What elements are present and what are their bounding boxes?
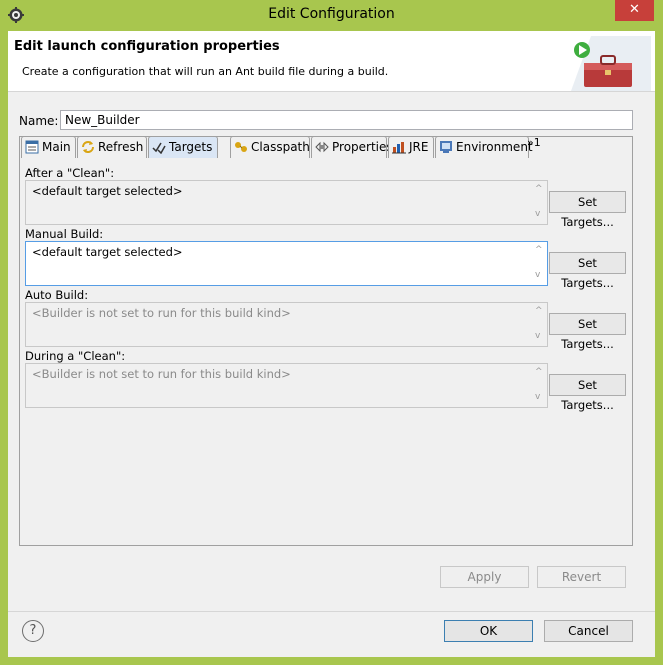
properties-icon: [315, 141, 329, 153]
manual-build-label: Manual Build:: [25, 227, 104, 241]
during-clean-targets-text: <Builder is not set to run for this buil…: [32, 367, 291, 381]
window-title: Edit Configuration: [268, 6, 395, 22]
tab-classpath[interactable]: Classpath: [230, 136, 310, 158]
targets-tab-content: After a "Clean": <default target selecte…: [20, 158, 632, 545]
set-targets-button-during-clean[interactable]: Set Targets...: [549, 374, 626, 412]
auto-build-targets-text: <Builder is not set to run for this buil…: [32, 306, 291, 320]
tab-properties[interactable]: Properties: [311, 136, 393, 158]
more-tabs-chevron[interactable]: »1: [527, 136, 541, 149]
scroll-up-icon[interactable]: ^: [535, 245, 543, 255]
targets-icon: [152, 142, 166, 154]
close-button[interactable]: ✕: [615, 0, 654, 21]
after-clean-targets-field[interactable]: <default target selected> ^ v: [25, 180, 548, 225]
after-clean-label: After a "Clean":: [25, 166, 115, 180]
during-clean-targets-field[interactable]: <Builder is not set to run for this buil…: [25, 363, 548, 408]
set-targets-button-manual-build[interactable]: Set Targets...: [549, 252, 626, 290]
dialog-client-area: Edit launch configuration properties Cre…: [8, 31, 655, 657]
apply-button[interactable]: Apply: [440, 566, 529, 588]
manual-build-targets-text: <default target selected>: [32, 245, 183, 259]
tab-targets[interactable]: Targets: [148, 136, 218, 159]
scrollbar[interactable]: ^ v: [531, 242, 547, 285]
header-banner: Edit launch configuration properties Cre…: [8, 31, 655, 92]
tab-refresh[interactable]: Refresh: [77, 136, 147, 158]
environment-icon: [440, 141, 452, 153]
revert-button[interactable]: Revert: [537, 566, 626, 588]
scroll-down-icon[interactable]: v: [535, 270, 540, 280]
refresh-icon: [82, 141, 94, 153]
scroll-up-icon[interactable]: ^: [535, 184, 543, 194]
tab-properties-label: Properties: [332, 140, 393, 154]
footer-separator: [8, 611, 655, 612]
after-clean-targets-text: <default target selected>: [32, 184, 183, 198]
scrollbar[interactable]: ^ v: [531, 303, 547, 346]
scroll-down-icon[interactable]: v: [535, 209, 540, 219]
title-bar[interactable]: Edit Configuration ✕: [0, 0, 663, 31]
scroll-up-icon[interactable]: ^: [535, 306, 543, 316]
tab-jre[interactable]: JRE: [388, 136, 434, 158]
tab-environment[interactable]: Environment: [435, 136, 533, 158]
set-targets-button-auto-build[interactable]: Set Targets...: [549, 313, 626, 351]
tab-environment-label: Environment: [456, 140, 533, 154]
cancel-button[interactable]: Cancel: [544, 620, 633, 642]
tab-jre-label: JRE: [409, 140, 429, 154]
auto-build-targets-field[interactable]: <Builder is not set to run for this buil…: [25, 302, 548, 347]
banner-description: Create a configuration that will run an …: [22, 65, 389, 78]
tab-targets-label: Targets: [169, 140, 213, 154]
jre-icon: [392, 142, 406, 154]
tab-refresh-label: Refresh: [98, 140, 144, 154]
set-targets-button-after-clean[interactable]: Set Targets...: [549, 191, 626, 229]
name-label-text: Name:: [19, 114, 59, 128]
during-clean-label: During a "Clean":: [25, 349, 126, 363]
scroll-up-icon[interactable]: ^: [535, 367, 543, 377]
name-label: Name:: [19, 114, 58, 128]
classpath-icon: [235, 142, 247, 152]
ok-button[interactable]: OK: [444, 620, 533, 642]
name-field[interactable]: New_Builder: [60, 110, 633, 130]
scrollbar[interactable]: ^ v: [531, 181, 547, 224]
scroll-down-icon[interactable]: v: [535, 331, 540, 341]
banner-title: Edit launch configuration properties: [14, 39, 280, 54]
tab-main-label: Main: [42, 140, 71, 154]
scrollbar[interactable]: ^ v: [531, 364, 547, 407]
scroll-down-icon[interactable]: v: [535, 392, 540, 402]
edit-configuration-window: Edit Configuration ✕ Edit launch configu…: [0, 0, 663, 665]
ant-toolbox-icon: [571, 36, 651, 91]
auto-build-label: Auto Build:: [25, 288, 89, 302]
tab-classpath-label: Classpath: [251, 140, 310, 154]
help-icon[interactable]: ?: [22, 620, 44, 642]
tab-main[interactable]: Main: [21, 136, 76, 158]
manual-build-targets-field[interactable]: <default target selected> ^ v: [25, 241, 548, 286]
main-tab-icon: [25, 140, 39, 154]
